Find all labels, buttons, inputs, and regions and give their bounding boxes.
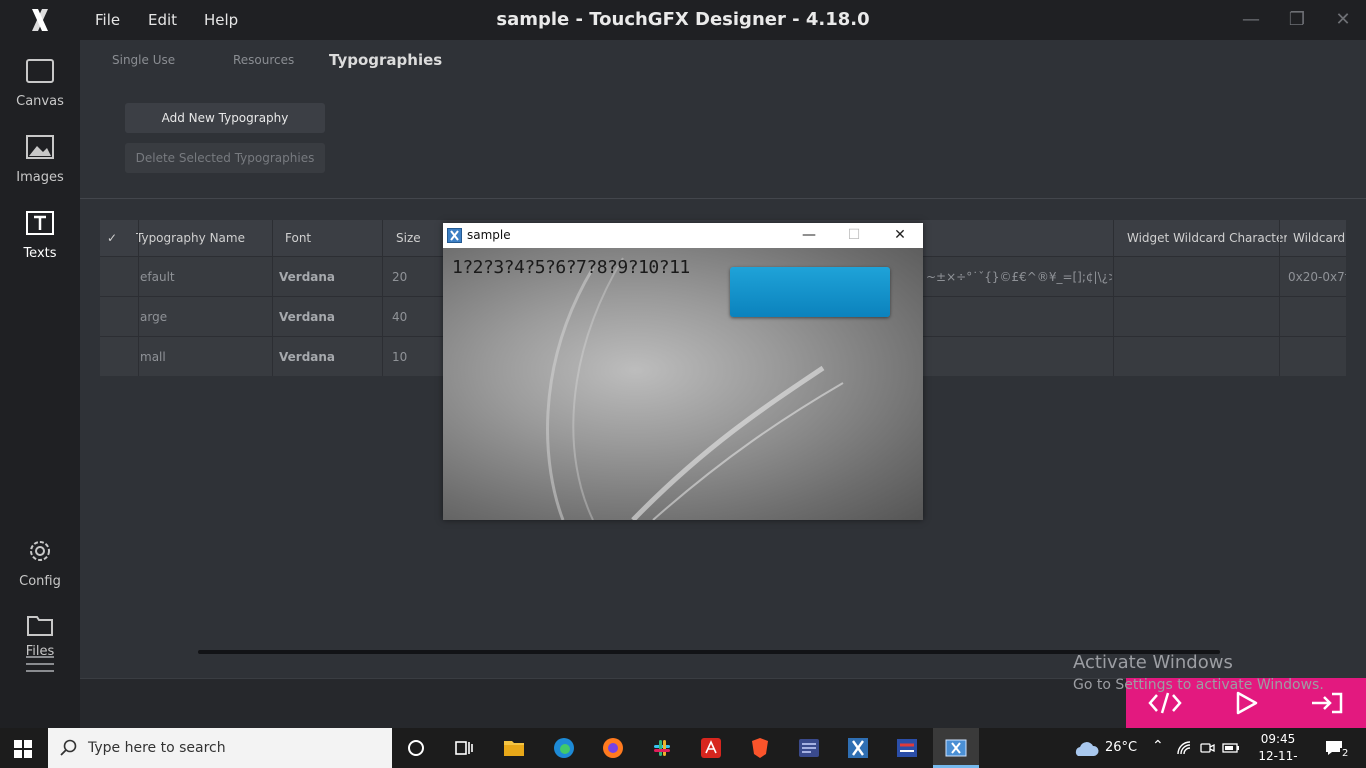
header-wildcard-ranges[interactable]: Wildcard R: [1293, 220, 1346, 256]
tab-single-use[interactable]: Single Use: [112, 47, 175, 73]
battery-icon[interactable]: [1222, 740, 1240, 756]
activate-windows-subtitle: Go to Settings to activate Windows.: [1073, 677, 1324, 693]
title-bar: File Edit Help sample - TouchGFX Designe…: [0, 0, 1366, 40]
slack-icon[interactable]: [650, 736, 674, 760]
cortana-icon[interactable]: [404, 736, 428, 760]
file-explorer-icon[interactable]: [502, 736, 526, 760]
simulator-screen[interactable]: 1?2?3?4?5?6?7?8?9?10?11: [443, 248, 923, 520]
add-new-typography-button[interactable]: Add New Typography: [125, 103, 325, 133]
rail-item-label: Texts: [23, 246, 57, 261]
left-navigation-rail: Canvas Images Texts Config Files: [0, 40, 80, 728]
cell-name: efault: [140, 270, 175, 284]
header-font[interactable]: Font: [285, 220, 375, 256]
clock-date: 12-11-2022: [1258, 749, 1298, 768]
edge-browser-icon[interactable]: [552, 736, 576, 760]
restore-icon[interactable]: ❐: [1284, 8, 1310, 32]
menu-edit[interactable]: Edit: [148, 0, 177, 40]
export-icon[interactable]: [1310, 690, 1344, 716]
dev-cpp-icon[interactable]: [895, 736, 919, 760]
brave-browser-icon[interactable]: [748, 736, 772, 760]
rail-item-config[interactable]: Config: [0, 536, 80, 606]
touchgfx-logo-icon: [32, 9, 48, 31]
header-typography-name[interactable]: Typography Name: [136, 220, 270, 256]
menu-help[interactable]: Help: [204, 0, 238, 40]
menu-file[interactable]: File: [95, 0, 120, 40]
search-placeholder: Type here to search: [88, 740, 226, 756]
taskbar-clock[interactable]: 09:45 12-11-2022: [1250, 731, 1306, 768]
weather-temperature[interactable]: 26°C: [1105, 740, 1137, 755]
cell-size: 10: [392, 350, 408, 364]
maximize-icon[interactable]: ☐: [839, 223, 869, 248]
taskbar-search-box[interactable]: Type here to search: [48, 728, 392, 768]
touchgfx-app-icon: [447, 228, 462, 243]
wifi-icon[interactable]: [1176, 740, 1192, 756]
notification-count: 2: [1340, 748, 1351, 759]
texts-icon: [26, 211, 54, 235]
acrobat-reader-icon[interactable]: [699, 736, 723, 760]
cell-wildcard-characters: ~±×÷°˙ˇ{}©£€^®¥_=[];¢|\¿><" ": [926, 270, 1112, 284]
tab-resources[interactable]: Resources: [233, 47, 294, 73]
rail-item-label: Images: [16, 170, 64, 185]
task-view-icon[interactable]: [452, 736, 476, 760]
weather-cloud-icon[interactable]: [1072, 738, 1100, 758]
chevron-up-icon[interactable]: ⌃: [1152, 738, 1164, 754]
delete-selected-typographies-button[interactable]: Delete Selected Typographies: [125, 143, 325, 173]
rail-item-images[interactable]: Images: [0, 126, 80, 196]
meet-now-icon[interactable]: [1199, 740, 1215, 756]
cell-name: mall: [140, 350, 166, 364]
simulator-button[interactable]: [730, 267, 890, 317]
cell-font: Verdana: [279, 310, 336, 324]
divider: [80, 198, 1366, 199]
folder-icon: [27, 616, 53, 636]
cell-font: Verdana: [279, 270, 336, 284]
close-icon[interactable]: ✕: [1330, 8, 1356, 32]
code-icon[interactable]: [1148, 690, 1182, 716]
cell-size: 20: [392, 270, 408, 284]
rail-item-texts[interactable]: Texts: [0, 202, 80, 272]
play-icon[interactable]: [1229, 690, 1263, 716]
header-size[interactable]: Size: [396, 220, 446, 256]
cell-font: Verdana: [279, 350, 336, 364]
search-icon: [60, 739, 77, 756]
hamburger-menu-icon[interactable]: [26, 656, 54, 674]
simulator-title-bar[interactable]: sample — ☐ ✕: [443, 223, 923, 248]
canvas-icon: [26, 59, 54, 83]
close-icon[interactable]: ✕: [885, 223, 915, 248]
stm32-tool-icon[interactable]: [797, 736, 821, 760]
cell-wildcard-ranges: 0x20-0x7f: [1288, 270, 1346, 284]
minimize-icon[interactable]: —: [1238, 8, 1264, 32]
touchgfx-simulator-icon[interactable]: [944, 736, 968, 760]
horizontal-scrollbar[interactable]: [198, 650, 1220, 654]
rail-item-canvas[interactable]: Canvas: [0, 50, 80, 120]
minimize-icon[interactable]: —: [794, 223, 824, 248]
simulator-window: sample — ☐ ✕ 1?2?3?4?5?6?7?8?9?10?11: [443, 223, 923, 520]
firefox-icon[interactable]: [601, 736, 625, 760]
tab-typographies[interactable]: Typographies: [329, 47, 442, 73]
images-icon: [26, 135, 54, 159]
rail-item-label: Canvas: [16, 94, 64, 109]
gear-icon: [30, 541, 50, 561]
simulator-title: sample: [467, 228, 511, 242]
cell-size: 40: [392, 310, 408, 324]
clock-time: 09:45: [1260, 732, 1296, 746]
cell-name: arge: [140, 310, 168, 324]
activate-windows-title: Activate Windows: [1073, 652, 1233, 673]
touchgfx-designer-icon[interactable]: [846, 736, 870, 760]
windows-taskbar: Type here to search 26°C ⌃ 09:45 12-11- 2…: [0, 728, 1366, 768]
rail-item-label: Config: [19, 574, 61, 589]
header-widget-wildcard-characters[interactable]: Widget Wildcard Characters: [1127, 220, 1287, 256]
windows-start-icon[interactable]: [14, 740, 32, 758]
simulator-text: 1?2?3?4?5?6?7?8?9?10?11: [452, 257, 690, 278]
select-all-checkbox[interactable]: ✓: [107, 220, 127, 256]
